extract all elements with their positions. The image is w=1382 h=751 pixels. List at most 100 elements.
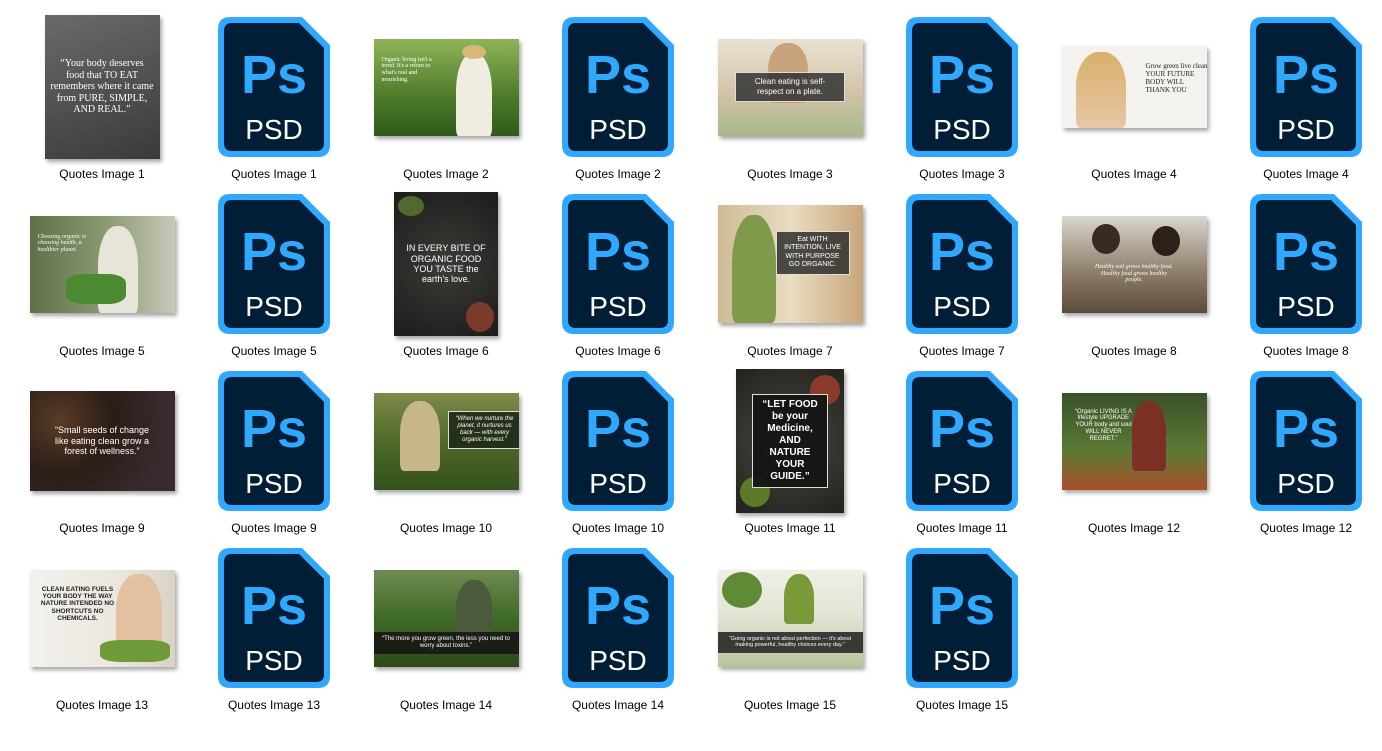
file-item[interactable]: Ps PSD Quotes Image 11 <box>876 363 1048 540</box>
file-name: Quotes Image 4 <box>1091 167 1177 181</box>
file-name: Quotes Image 13 <box>55 698 149 712</box>
ps-logo-text: Ps <box>929 399 995 459</box>
file-item[interactable]: Ps PSD Quotes Image 10 <box>532 363 704 540</box>
file-name: Quotes Image 6 <box>403 344 489 358</box>
file-item[interactable]: IN EVERY BITE OF ORGANIC FOOD YOU TASTE … <box>360 186 532 363</box>
thumbnail-quote: Healthy soil grows healthy food. Healthy… <box>1095 263 1173 284</box>
file-item[interactable]: Ps PSD Quotes Image 1 <box>188 9 360 186</box>
file-item[interactable]: “Organic LIVING IS A lifestyle UPGRADE Y… <box>1048 363 1220 540</box>
file-item[interactable]: CLEAN EATING FUELS YOUR BODY THE WAY NAT… <box>16 540 188 717</box>
file-item[interactable]: Clean eating is self-respect on a plate.… <box>704 9 876 186</box>
ps-logo-text: Ps <box>929 45 995 105</box>
file-item[interactable]: Organic living isn't a trend. It's a ret… <box>360 9 532 186</box>
ps-logo-text: Ps <box>929 222 995 282</box>
thumbnail-quote: “Organic LIVING IS A lifestyle UPGRADE Y… <box>1074 408 1133 443</box>
file-name: Quotes Image 15 <box>743 698 837 712</box>
image-thumbnail: Choosing organic is choosing health, a h… <box>29 215 175 313</box>
psd-extension-text: PSD <box>245 468 303 499</box>
file-name: Quotes Image 7 <box>919 344 1005 358</box>
file-item[interactable]: Ps PSD Quotes Image 15 <box>876 540 1048 717</box>
psd-extension-text: PSD <box>245 645 303 676</box>
psd-extension-text: PSD <box>933 114 991 145</box>
file-name: Quotes Image 12 <box>1087 521 1181 535</box>
image-thumbnail: Eat WITH INTENTION, LIVE WITH PURPOSE GO… <box>717 205 863 323</box>
file-name: Quotes Image 11 <box>744 521 836 535</box>
file-item[interactable]: Ps PSD Quotes Image 9 <box>188 363 360 540</box>
file-item[interactable]: Choosing organic is choosing health, a h… <box>16 186 188 363</box>
file-item[interactable]: Grow green live clean YOUR FUTURE BODY W… <box>1048 9 1220 186</box>
image-thumbnail: Clean eating is self-respect on a plate. <box>717 38 863 136</box>
thumbnail-quote: “Small seeds of change like eating clean… <box>54 425 150 457</box>
psd-extension-text: PSD <box>933 645 991 676</box>
file-name: Quotes Image 11 <box>916 521 1008 535</box>
file-name: Quotes Image 2 <box>403 167 489 181</box>
file-item[interactable]: Ps PSD Quotes Image 6 <box>532 186 704 363</box>
file-name: Quotes Image 15 <box>915 698 1009 712</box>
file-item[interactable]: Ps PSD Quotes Image 14 <box>532 540 704 717</box>
file-item[interactable]: “Going organic is not about perfection —… <box>704 540 876 717</box>
file-name: Quotes Image 6 <box>575 344 661 358</box>
file-name: Quotes Image 10 <box>571 521 665 535</box>
file-item[interactable]: Healthy soil grows healthy food. Healthy… <box>1048 186 1220 363</box>
file-name: Quotes Image 9 <box>231 521 317 535</box>
psd-extension-text: PSD <box>1277 468 1335 499</box>
file-item[interactable]: “Small seeds of change like eating clean… <box>16 363 188 540</box>
file-name: Quotes Image 4 <box>1263 167 1349 181</box>
psd-extension-text: PSD <box>933 291 991 322</box>
ps-logo-text: Ps <box>585 399 651 459</box>
ps-logo-text: Ps <box>1273 222 1339 282</box>
ps-logo-text: Ps <box>241 45 307 105</box>
file-item[interactable]: Ps PSD Quotes Image 2 <box>532 9 704 186</box>
psd-extension-text: PSD <box>933 468 991 499</box>
photoshop-psd-icon: Ps PSD <box>904 546 1020 690</box>
thumbnail-quote: “When we nurture the planet, it nurtures… <box>447 410 519 450</box>
file-name: Quotes Image 14 <box>399 698 493 712</box>
photoshop-psd-icon: Ps PSD <box>216 192 332 336</box>
thumbnail-quote: “Going organic is not about perfection —… <box>717 631 863 653</box>
psd-extension-text: PSD <box>589 468 647 499</box>
photoshop-psd-icon: Ps PSD <box>560 369 676 513</box>
thumbnail-quote: “The more you grow green, the less you n… <box>373 631 519 654</box>
file-item[interactable]: Ps PSD Quotes Image 7 <box>876 186 1048 363</box>
file-item[interactable]: “The more you grow green, the less you n… <box>360 540 532 717</box>
file-item[interactable]: Ps PSD Quotes Image 5 <box>188 186 360 363</box>
photoshop-psd-icon: Ps PSD <box>904 369 1020 513</box>
file-name: Quotes Image 1 <box>59 167 145 181</box>
ps-logo-text: Ps <box>585 222 651 282</box>
file-name: Quotes Image 3 <box>919 167 1005 181</box>
file-item[interactable]: “LET FOOD be your Medicine, AND NATURE Y… <box>704 363 876 540</box>
image-thumbnail: “LET FOOD be your Medicine, AND NATURE Y… <box>736 369 844 513</box>
ps-logo-text: Ps <box>241 576 307 636</box>
photoshop-psd-icon: Ps PSD <box>560 546 676 690</box>
thumbnail-quote: Eat WITH INTENTION, LIVE WITH PURPOSE GO… <box>775 231 850 275</box>
file-item[interactable]: Ps PSD Quotes Image 4 <box>1220 9 1382 186</box>
file-item[interactable]: Ps PSD Quotes Image 13 <box>188 540 360 717</box>
file-item[interactable]: Eat WITH INTENTION, LIVE WITH PURPOSE GO… <box>704 186 876 363</box>
image-thumbnail: “Small seeds of change like eating clean… <box>29 391 175 491</box>
file-item[interactable]: “When we nurture the planet, it nurtures… <box>360 363 532 540</box>
psd-extension-text: PSD <box>245 291 303 322</box>
image-thumbnail: IN EVERY BITE OF ORGANIC FOOD YOU TASTE … <box>394 192 498 336</box>
thumbnail-quote: IN EVERY BITE OF ORGANIC FOOD YOU TASTE … <box>406 243 486 285</box>
file-name: Quotes Image 7 <box>747 344 833 358</box>
photoshop-psd-icon: Ps PSD <box>1248 15 1364 159</box>
ps-logo-text: Ps <box>585 45 651 105</box>
image-thumbnail: “The more you grow green, the less you n… <box>373 569 519 667</box>
psd-extension-text: PSD <box>589 645 647 676</box>
image-thumbnail: “Going organic is not about perfection —… <box>717 569 863 667</box>
file-name: Quotes Image 2 <box>575 167 661 181</box>
thumbnail-quote: Choosing organic is choosing health, a h… <box>37 233 86 254</box>
file-name: Quotes Image 13 <box>227 698 321 712</box>
image-thumbnail: “Organic LIVING IS A lifestyle UPGRADE Y… <box>1061 392 1207 490</box>
file-grid: “Your body deserves food that TO EAT rem… <box>0 0 1382 751</box>
file-item[interactable]: Ps PSD Quotes Image 12 <box>1220 363 1382 540</box>
file-item[interactable]: Ps PSD Quotes Image 3 <box>876 9 1048 186</box>
psd-extension-text: PSD <box>589 291 647 322</box>
ps-logo-text: Ps <box>585 576 651 636</box>
thumbnail-quote: Grow green live clean YOUR FUTURE BODY W… <box>1145 62 1207 95</box>
file-item[interactable]: “Your body deserves food that TO EAT rem… <box>16 9 188 186</box>
file-item[interactable]: Ps PSD Quotes Image 8 <box>1220 186 1382 363</box>
psd-extension-text: PSD <box>245 114 303 145</box>
photoshop-psd-icon: Ps PSD <box>1248 192 1364 336</box>
photoshop-psd-icon: Ps PSD <box>216 15 332 159</box>
